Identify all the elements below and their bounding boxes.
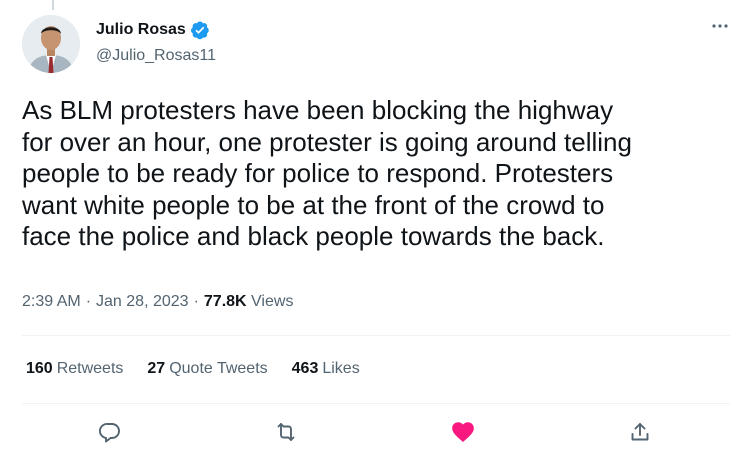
- tweet-text-line: As BLM protesters have been blocking the…: [22, 95, 614, 125]
- tweet-text-line: want white people to be at the front of …: [22, 189, 605, 220]
- tweet-text-line: for over an hour, one protester is going…: [22, 126, 632, 157]
- views-label[interactable]: Views: [251, 293, 293, 310]
- quote-tweets-label: Quote Tweets: [169, 360, 268, 377]
- divider: [22, 403, 730, 404]
- tweet-time[interactable]: 2:39 AM: [22, 293, 81, 311]
- more-icon[interactable]: [710, 16, 730, 41]
- divider: [22, 335, 730, 336]
- quote-tweets-count: 27: [147, 360, 166, 377]
- tweet-actions: [22, 407, 730, 455]
- share-icon[interactable]: [627, 419, 653, 445]
- retweet-icon[interactable]: [273, 419, 299, 445]
- meta-separator: ·: [193, 293, 199, 310]
- tweet-date[interactable]: Jan 28, 2023: [96, 293, 189, 311]
- author-display-name[interactable]: Julio Rosas: [96, 21, 186, 39]
- verified-badge-icon[interactable]: [190, 20, 210, 40]
- author-handle[interactable]: @Julio_Rosas11: [96, 47, 216, 65]
- meta-separator: ·: [85, 293, 92, 310]
- likes-label: Likes: [322, 360, 360, 377]
- retweets-label: Retweets: [56, 360, 124, 377]
- tweet-meta: 2:39 AM · Jan 28, 2023 · 77.8K Views: [22, 293, 293, 311]
- retweets-stat[interactable]: 160 Retweets: [26, 360, 123, 378]
- tweet-text: As BLM protesters have been blocking the…: [22, 95, 727, 253]
- likes-count: 463: [291, 360, 319, 377]
- avatar[interactable]: [22, 15, 80, 73]
- likes-stat[interactable]: 463 Likes: [292, 360, 360, 378]
- thread-connector-line: [52, 0, 54, 10]
- tweet-text-line: face the police and black people towards…: [22, 221, 605, 251]
- heart-icon[interactable]: [450, 419, 476, 445]
- reply-icon[interactable]: [97, 419, 123, 445]
- engagement-stats: 160 Retweets 27 Quote Tweets 463 Likes: [26, 360, 360, 378]
- avatar-image: [22, 15, 80, 73]
- quote-tweets-stat[interactable]: 27 Quote Tweets: [147, 360, 267, 378]
- tweet-text-line: people to be ready for police to respond…: [22, 158, 614, 188]
- retweets-count: 160: [26, 360, 53, 377]
- views-count[interactable]: 77.8K: [204, 293, 247, 310]
